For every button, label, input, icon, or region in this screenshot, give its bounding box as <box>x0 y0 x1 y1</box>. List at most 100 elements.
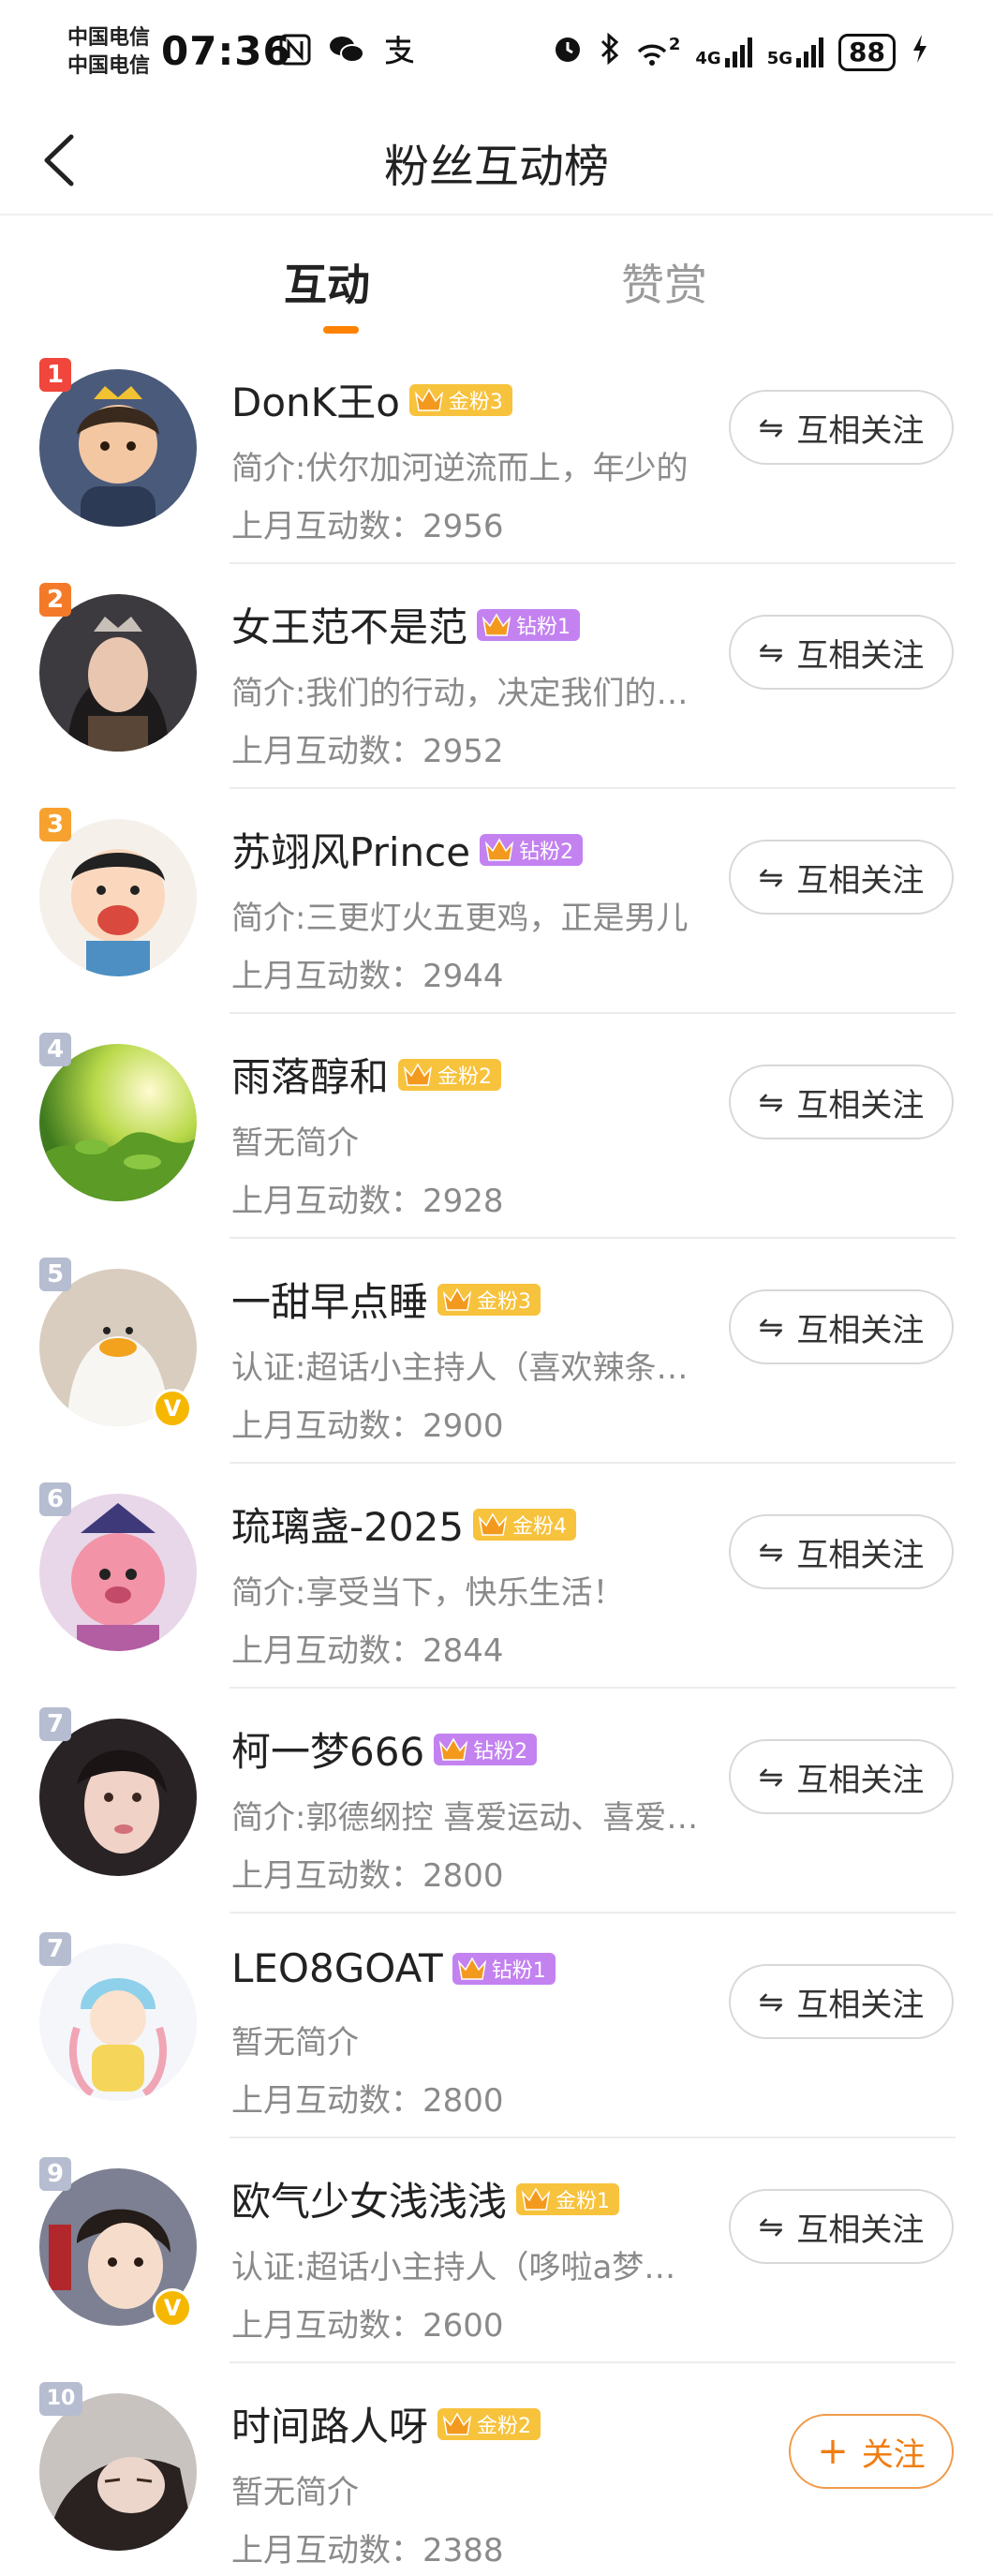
user-name[interactable]: 欧气少女浅浅浅 <box>231 2170 507 2227</box>
interaction-count: 上月互动数：2844 <box>231 1632 504 1670</box>
rank-badge: 10 <box>39 2382 82 2416</box>
tab-reward[interactable]: 赞赏 <box>621 251 707 313</box>
mutual-follow-icon: ⇋ <box>758 1084 784 1120</box>
list-item[interactable]: 7 柯一梦666 钻粉2 简介:郭德纲控 喜爱运动、喜爱音乐 上月互动数：280… <box>0 1689 993 1913</box>
fan-ranking-list: 1 DonK王o 金粉3 简介:伏尔加河逆流而上，年少的 上月互动数：2956 … <box>0 339 993 2576</box>
mutual-follow-button[interactable]: ⇋ 互相关注 <box>729 390 954 465</box>
list-item[interactable]: 10 时间路人呀 金粉2 暂无简介 上月互动数：2388 + 关注 <box>0 2363 993 2576</box>
list-item[interactable]: 3 苏翊风Prince 钻粉2 简介:三更灯火五更鸡，正是男儿 上月互动数：29… <box>0 789 993 1014</box>
rank-badge: 1 <box>39 358 71 392</box>
interaction-count: 上月互动数：2600 <box>231 2307 504 2345</box>
crown-icon <box>442 1288 472 1311</box>
user-bio: 简介:我们的行动，决定我们的未来 <box>231 675 700 712</box>
mutual-follow-icon: ⇋ <box>758 1534 784 1570</box>
mutual-follow-button[interactable]: ⇋ 互相关注 <box>729 615 954 690</box>
list-item[interactable]: 1 DonK王o 金粉3 简介:伏尔加河逆流而上，年少的 上月互动数：2956 … <box>0 339 993 564</box>
follow-button[interactable]: + 关注 <box>789 2414 954 2489</box>
list-item[interactable]: 4 雨落醇和 金粉2 暂无简介 上月互动数：2928 ⇋ 互相关注 <box>0 1014 993 1239</box>
mutual-follow-button[interactable]: ⇋ 互相关注 <box>729 1289 954 1364</box>
rank-badge: 9 <box>39 2157 71 2191</box>
signal-icon <box>724 37 752 67</box>
mutual-follow-icon: ⇋ <box>758 1309 784 1345</box>
mutual-follow-icon: ⇋ <box>758 859 784 895</box>
user-name[interactable]: 时间路人呀 <box>231 2395 428 2452</box>
wifi-icon: 2 <box>635 35 681 68</box>
user-name[interactable]: 女王范不是范 <box>231 596 467 653</box>
rank-badge: 6 <box>39 1482 71 1516</box>
crown-icon <box>521 2187 551 2211</box>
verified-badge-icon: V <box>153 1389 192 1428</box>
avatar[interactable] <box>39 1943 197 2101</box>
mutual-follow-button[interactable]: ⇋ 互相关注 <box>729 840 954 915</box>
fan-badge: 金粉4 <box>473 1508 577 1541</box>
title-bar: 粉丝互动榜 <box>0 103 993 216</box>
sim-index: 2 <box>668 35 681 54</box>
interaction-count: 上月互动数：2944 <box>231 958 504 995</box>
mutual-follow-icon: ⇋ <box>758 1759 784 1794</box>
avatar[interactable] <box>39 1494 197 1651</box>
rank-badge: 3 <box>39 808 71 841</box>
nfc-icon <box>279 34 311 74</box>
wechat-icon <box>328 34 365 74</box>
mutual-follow-button[interactable]: ⇋ 互相关注 <box>729 2189 954 2264</box>
fan-badge: 钻粉1 <box>452 1952 556 1985</box>
avatar[interactable] <box>39 1719 197 1876</box>
mutual-follow-icon: ⇋ <box>758 634 784 670</box>
rank-badge: 7 <box>39 1707 71 1741</box>
user-name[interactable]: LEO8GOAT <box>231 1945 443 1991</box>
fan-badge: 钻粉1 <box>477 608 581 641</box>
battery-level: 88 <box>838 34 896 71</box>
alipay-icon <box>382 34 416 74</box>
crown-icon <box>478 1512 508 1536</box>
user-name[interactable]: 琉璃盏-2025 <box>231 1496 464 1553</box>
tab-interaction[interactable]: 互动 <box>284 251 370 313</box>
mutual-follow-icon: ⇋ <box>758 1984 784 2019</box>
user-bio: 简介:享受当下，快乐生活！ <box>231 1574 625 1612</box>
avatar[interactable] <box>39 369 197 527</box>
fan-badge: 金粉3 <box>437 1283 541 1316</box>
mutual-follow-button[interactable]: ⇋ 互相关注 <box>729 1065 954 1139</box>
user-bio: 简介:郭德纲控 喜爱运动、喜爱音乐 <box>231 1799 700 1837</box>
user-name[interactable]: 雨落醇和 <box>231 1046 389 1103</box>
user-name[interactable]: DonK王o <box>231 371 400 428</box>
plus-icon: + <box>817 2430 849 2473</box>
user-bio: 简介:三更灯火五更鸡，正是男儿 <box>231 900 689 937</box>
carrier-1: 中国电信 <box>67 26 151 50</box>
user-bio: 认证:超话小主持人（哆啦a梦超话 <box>231 2249 700 2286</box>
mutual-follow-button[interactable]: ⇋ 互相关注 <box>729 1514 954 1589</box>
avatar[interactable] <box>39 594 197 752</box>
user-bio: 暂无简介 <box>231 1124 359 1162</box>
crown-icon <box>442 2412 472 2435</box>
status-bar: 中国电信 中国电信 07:36 2 4G 5G 88 <box>0 0 993 103</box>
active-tab-indicator <box>323 326 359 334</box>
list-item[interactable]: 5 V 一甜早点睡 金粉3 认证:超话小主持人（喜欢辣条超话 上月互动数：290… <box>0 1239 993 1464</box>
user-bio: 认证:超话小主持人（喜欢辣条超话 <box>231 1349 700 1387</box>
list-item[interactable]: 6 琉璃盏-2025 金粉4 简介:享受当下，快乐生活！ 上月互动数：2844 … <box>0 1464 993 1689</box>
fan-badge: 金粉2 <box>437 2407 541 2440</box>
fan-badge: 金粉1 <box>516 2182 620 2215</box>
avatar[interactable] <box>39 819 197 976</box>
rank-badge: 2 <box>39 583 71 617</box>
crown-icon <box>414 388 444 411</box>
interaction-count: 上月互动数：2388 <box>231 2532 504 2569</box>
rank-badge: 4 <box>39 1033 71 1066</box>
user-name[interactable]: 一甜早点睡 <box>231 1271 428 1328</box>
list-item[interactable]: 9 V 欧气少女浅浅浅 金粉1 认证:超话小主持人（哆啦a梦超话 上月互动数：2… <box>0 2138 993 2363</box>
interaction-count: 上月互动数：2952 <box>231 733 504 770</box>
mutual-follow-button[interactable]: ⇋ 互相关注 <box>729 1964 954 2039</box>
crown-icon <box>482 613 511 636</box>
fan-badge: 金粉2 <box>398 1058 502 1091</box>
interaction-count: 上月互动数：2900 <box>231 1407 504 1445</box>
interaction-count: 上月互动数：2928 <box>231 1183 504 1220</box>
user-name[interactable]: 苏翊风Prince <box>231 821 470 878</box>
page-title: 粉丝互动榜 <box>383 141 609 193</box>
user-name[interactable]: 柯一梦666 <box>231 1720 424 1778</box>
list-item[interactable]: 2 女王范不是范 钻粉1 简介:我们的行动，决定我们的未来 上月互动数：2952… <box>0 564 993 789</box>
carrier-label: 中国电信 中国电信 <box>67 24 150 81</box>
list-item[interactable]: 7 LEO8GOAT 钻粉1 暂无简介 上月互动数：2800 ⇋ 互相关注 <box>0 1913 993 2138</box>
fan-badge: 钻粉2 <box>480 833 584 866</box>
avatar[interactable] <box>39 2393 197 2551</box>
mutual-follow-button[interactable]: ⇋ 互相关注 <box>729 1739 954 1814</box>
network-type-2: 5G <box>766 49 793 68</box>
avatar[interactable] <box>39 1044 197 1201</box>
